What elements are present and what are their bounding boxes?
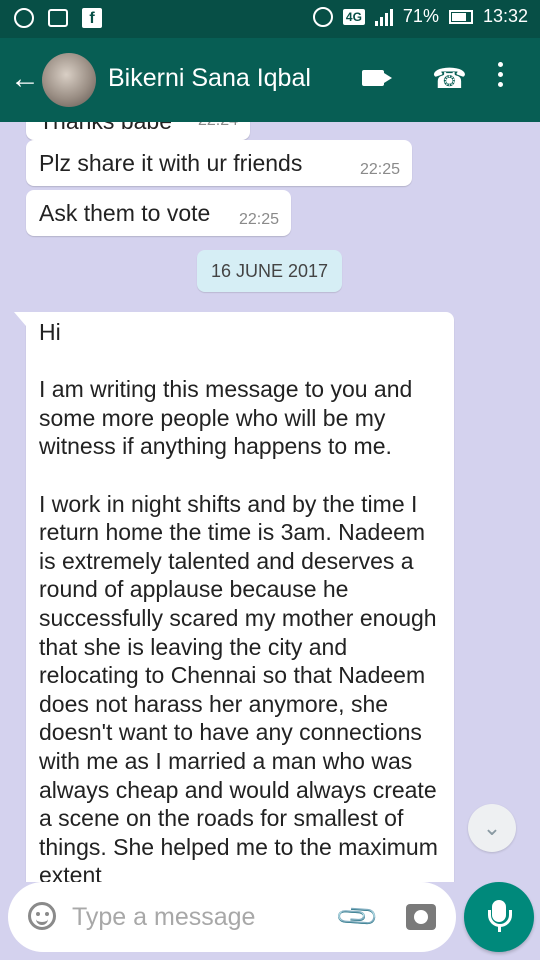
message-time: 22:24	[198, 122, 238, 130]
message-time: 22:25	[360, 161, 401, 178]
contact-name[interactable]: Bikerni Sana Iqbal	[108, 64, 311, 93]
mic-icon	[488, 900, 512, 932]
status-bar: f 4G 71% 13:32	[0, 0, 540, 38]
chat-header: ← Bikerni Sana Iqbal ☎	[0, 38, 540, 122]
message-text: Thanks babe	[39, 122, 172, 135]
voice-call-icon[interactable]: ☎	[432, 62, 467, 95]
more-options-icon[interactable]	[498, 62, 504, 90]
mic-button[interactable]	[464, 882, 534, 952]
message-text: Plz share it with ur friends	[39, 150, 303, 176]
emoji-icon[interactable]	[28, 902, 56, 930]
back-arrow-icon[interactable]: ←	[10, 64, 40, 94]
signal-icon	[374, 8, 393, 26]
long-message-bubble[interactable]: Hi I am writing this message to you and …	[14, 312, 454, 882]
chat-area[interactable]: Thanks babe 22:24 Plz share it with ur f…	[0, 122, 540, 882]
attach-clip-icon[interactable]: 📎	[333, 893, 381, 941]
date-chip: 16 JUNE 2017	[197, 250, 342, 292]
message-bubble[interactable]: Ask them to vote 22:25	[26, 190, 291, 236]
battery-percent: 71%	[402, 6, 439, 26]
message-time: 22:25	[239, 211, 280, 228]
message-bubble[interactable]: Thanks babe 22:24	[26, 122, 250, 140]
camera-icon[interactable]	[406, 904, 436, 930]
message-input-bar: 📎	[8, 882, 456, 952]
battery-icon	[448, 9, 473, 24]
clock: 13:32	[482, 6, 528, 26]
avatar[interactable]	[42, 53, 96, 107]
notification-icon	[14, 8, 34, 28]
long-message-text: Hi I am writing this message to you and …	[39, 319, 438, 882]
network-type: 4G	[342, 8, 365, 25]
facebook-icon: f	[82, 8, 102, 28]
scroll-down-icon[interactable]: ⌄	[468, 804, 516, 852]
message-input[interactable]	[70, 896, 334, 938]
image-icon	[48, 9, 68, 27]
video-call-icon[interactable]	[362, 70, 384, 86]
message-bubble[interactable]: Plz share it with ur friends 22:25	[26, 140, 412, 186]
message-text: Ask them to vote	[39, 200, 211, 226]
alarm-icon	[312, 6, 333, 27]
